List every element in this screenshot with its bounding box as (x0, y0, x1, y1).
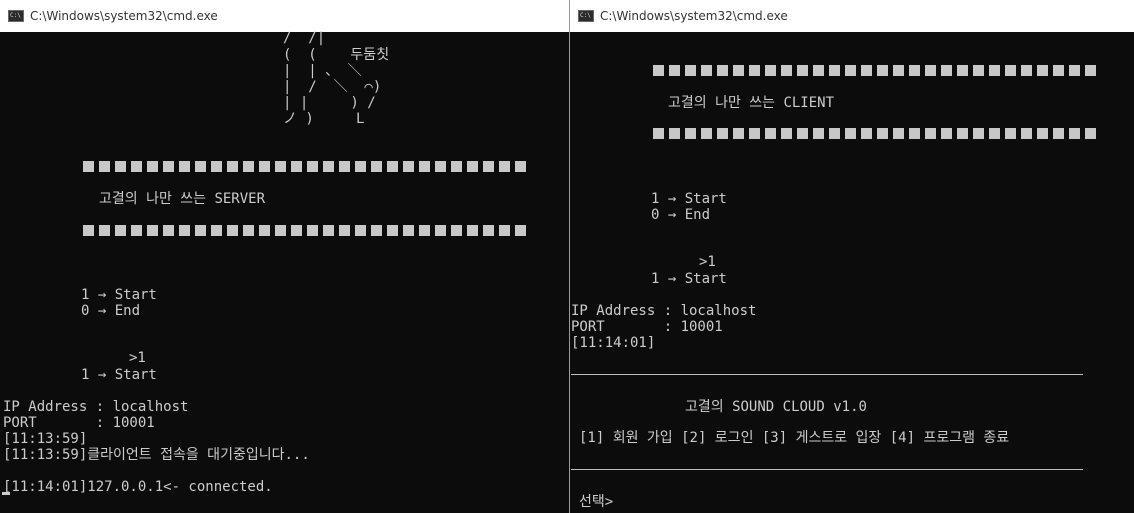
connected-message: [11:14:01]127.0.0.1<- connected. (3, 479, 273, 495)
input-prompt: >1 (129, 350, 146, 366)
ascii-art-line: | / ＼ ⌒) (283, 79, 382, 95)
port-line: PORT : 10001 (571, 319, 723, 335)
divider-top (571, 374, 1083, 375)
ascii-art-line: / /| (283, 30, 326, 46)
menu-start-option: 1 → Start (651, 191, 727, 207)
cmd-icon: C:\ (578, 10, 594, 22)
title-bar[interactable]: C:\ C:\Windows\system32\cmd.exe (0, 0, 569, 32)
divider-bottom (571, 469, 1083, 470)
selection-prompt: 선택> (579, 494, 614, 510)
selected-option: 1 → Start (651, 271, 727, 287)
menu-end-option: 0 → End (81, 303, 141, 319)
console-output[interactable]: / /| ( ( 두둠칫 | | 、 ＼ | / ＼ ⌒) | | ) / ノ … (0, 30, 569, 513)
banner-border-top (653, 65, 1099, 76)
ip-address-line: IP Address : localhost (3, 399, 189, 415)
banner-title: 고결의 나만 쓰는 CLIENT (668, 95, 835, 111)
menu-start-option: 1 → Start (81, 287, 157, 303)
server-console-window[interactable]: C:\ C:\Windows\system32\cmd.exe / /| ( (… (0, 0, 570, 513)
banner-border-bottom (83, 225, 529, 236)
banner-title: 고결의 나만 쓰는 SERVER (99, 191, 266, 207)
window-title: C:\Windows\system32\cmd.exe (30, 9, 218, 23)
text-cursor (2, 492, 10, 495)
menu-options: [1] 회원 가입 [2] 로그인 [3] 게스트로 입장 [4] 프로그램 종… (579, 430, 1010, 446)
banner-border-top (83, 161, 529, 172)
selected-option: 1 → Start (81, 367, 157, 383)
banner-border-bottom (653, 128, 1099, 139)
input-prompt: >1 (699, 254, 716, 270)
timestamp-line: [11:14:01] (571, 335, 656, 351)
ascii-art-line: ノ ) L (283, 111, 365, 127)
ascii-art-line: | | 、 ＼ (283, 63, 362, 79)
ascii-art-line: | | ) / (283, 95, 376, 111)
client-console-window[interactable]: C:\ C:\Windows\system32\cmd.exe 고결의 나만 쓰… (570, 0, 1134, 513)
menu-end-option: 0 → End (651, 207, 711, 223)
port-line: PORT : 10001 (3, 415, 155, 431)
title-bar[interactable]: C:\ C:\Windows\system32\cmd.exe (570, 0, 1134, 32)
app-title: 고결의 SOUND CLOUD v1.0 (685, 399, 867, 415)
waiting-message: [11:13:59]클라이언트 접속을 대기중입니다... (3, 447, 310, 463)
ip-address-line: IP Address : localhost (571, 303, 757, 319)
ascii-art-line: ( ( 두둠칫 (283, 47, 390, 63)
console-output[interactable]: 고결의 나만 쓰는 CLIENT 1 → Start 0 → End >1 1 … (570, 32, 1134, 513)
timestamp-line: [11:13:59] (3, 431, 88, 447)
window-title: C:\Windows\system32\cmd.exe (600, 9, 788, 23)
cmd-icon: C:\ (8, 10, 24, 22)
